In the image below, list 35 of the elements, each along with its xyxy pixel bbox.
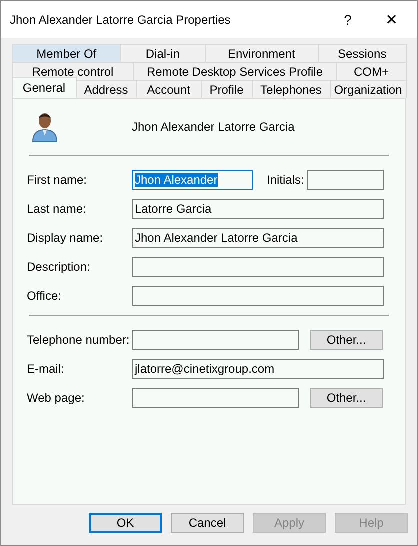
tab[interactable]: Remote control bbox=[12, 62, 134, 80]
input-field[interactable] bbox=[307, 170, 384, 190]
input-field[interactable] bbox=[132, 257, 384, 277]
field-label: Office: bbox=[27, 289, 62, 303]
input-field[interactable]: Jhon Alexander bbox=[132, 170, 253, 190]
other-button[interactable]: Other... bbox=[310, 388, 383, 408]
input-field[interactable]: Jhon Alexander Latorre Garcia bbox=[132, 228, 384, 248]
field-label: Display name: bbox=[27, 231, 104, 245]
dialog-button[interactable]: Cancel bbox=[171, 513, 244, 533]
input-field[interactable]: jlatorre@cinetixgroup.com bbox=[132, 359, 384, 379]
tab[interactable]: COM+ bbox=[336, 62, 407, 80]
tab[interactable]: Remote Desktop Services Profile bbox=[133, 62, 337, 80]
input-field[interactable]: Latorre Garcia bbox=[132, 199, 384, 219]
other-button[interactable]: Other... bbox=[310, 330, 383, 350]
window-title: Jhon Alexander Latorre Garcia Properties bbox=[10, 12, 232, 26]
tab[interactable]: Member Of bbox=[12, 44, 122, 62]
field-label: Last name: bbox=[27, 202, 88, 216]
field-label: Telephone number: bbox=[27, 333, 131, 347]
field-label: E-mail: bbox=[27, 362, 66, 376]
tab[interactable]: Sessions bbox=[318, 44, 407, 62]
user-display-name: Jhon Alexander Latorre Garcia bbox=[132, 120, 295, 134]
tab[interactable]: Organization bbox=[330, 80, 407, 98]
input-field[interactable] bbox=[132, 330, 299, 350]
field-label: Initials: bbox=[267, 173, 306, 187]
input-field[interactable] bbox=[132, 286, 384, 306]
close-button[interactable]: ✕ bbox=[369, 10, 415, 28]
dialog-button[interactable]: OK bbox=[89, 513, 162, 533]
user-icon bbox=[31, 111, 59, 143]
help-button[interactable]: ? bbox=[327, 12, 369, 28]
tab[interactable]: Telephones bbox=[252, 80, 330, 98]
field-label: Web page: bbox=[27, 391, 86, 405]
field-label: First name: bbox=[27, 173, 88, 187]
field-label: Description: bbox=[27, 260, 92, 274]
input-field[interactable] bbox=[132, 388, 299, 408]
tab[interactable]: General bbox=[12, 77, 76, 98]
